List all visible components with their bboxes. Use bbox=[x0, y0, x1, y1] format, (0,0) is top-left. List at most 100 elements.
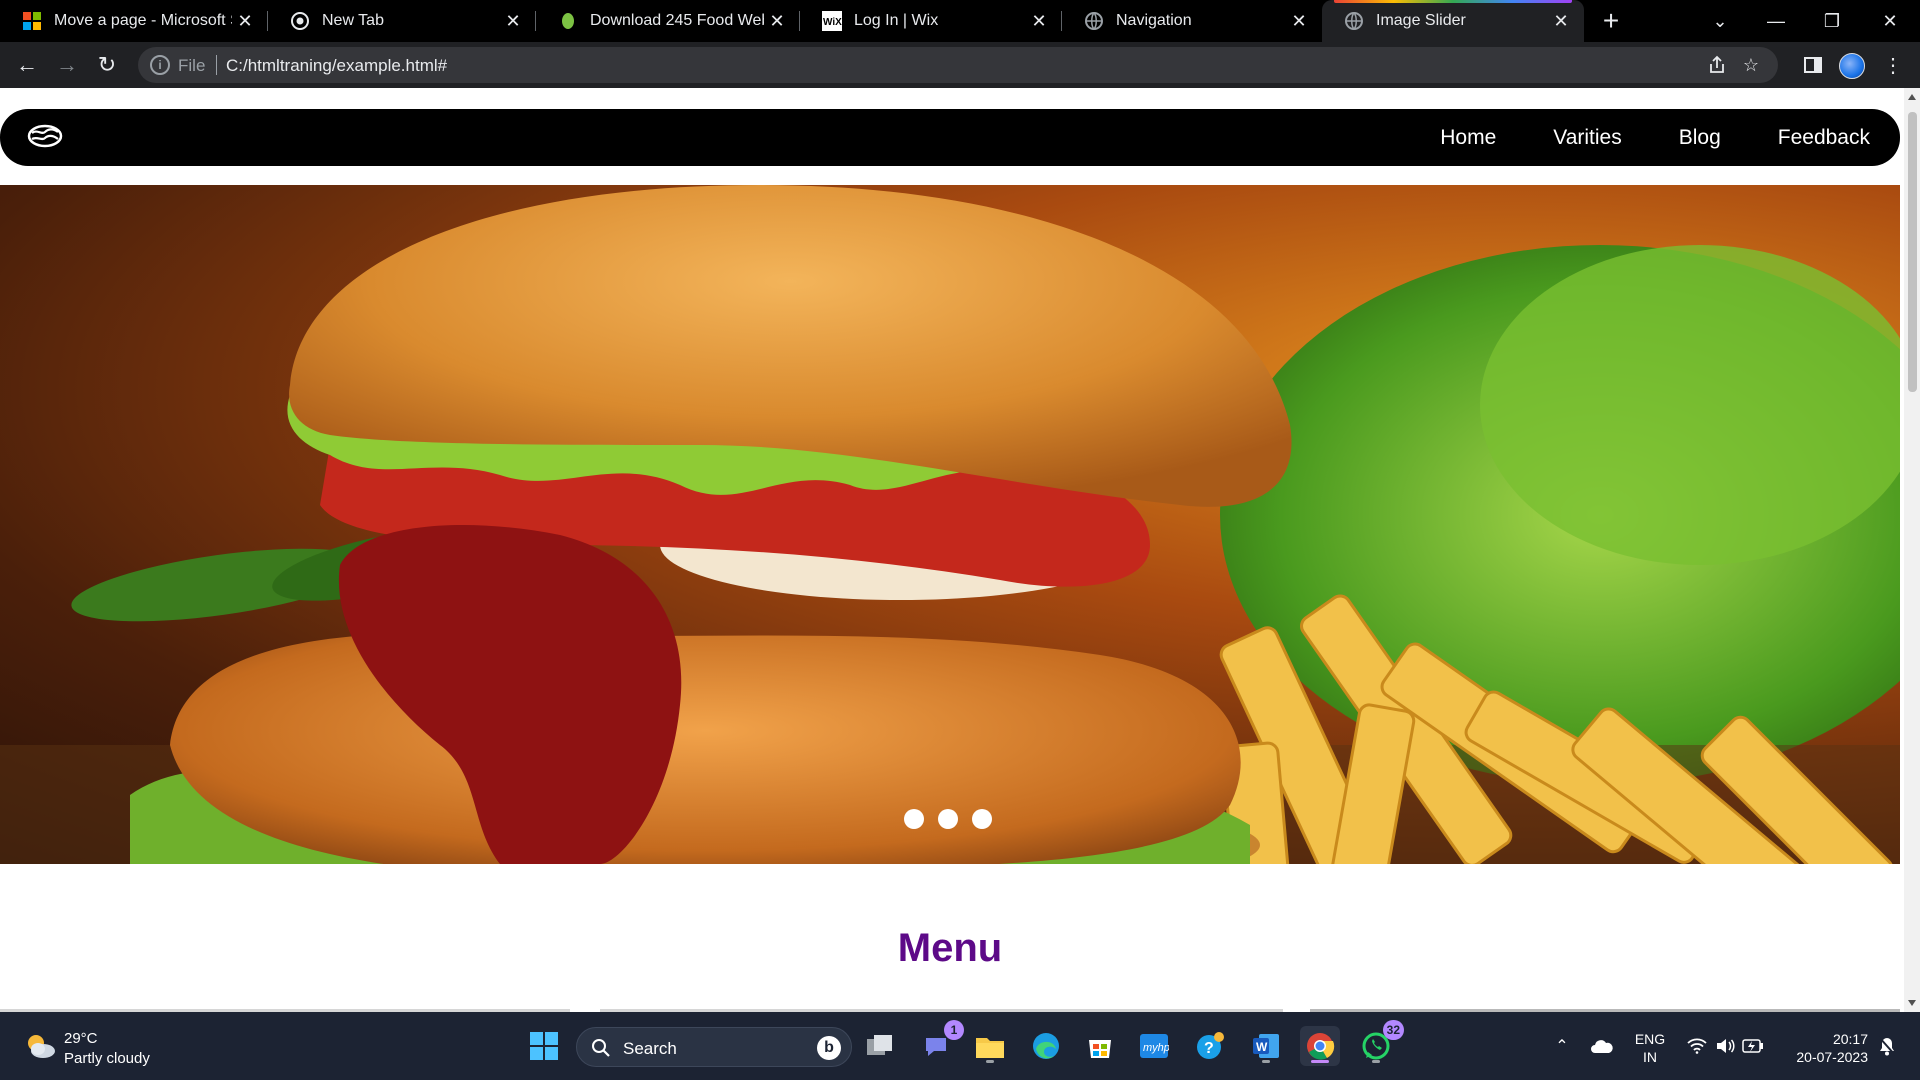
myhp-icon[interactable]: myhp bbox=[1134, 1026, 1174, 1066]
get-help-icon[interactable]: ? bbox=[1190, 1026, 1230, 1066]
page-viewport: Home Varities Blog Feedback Menu bbox=[0, 88, 1920, 1012]
clock-time: 20:17 bbox=[1832, 1031, 1868, 1047]
notification-bell-icon[interactable] bbox=[1874, 1012, 1900, 1080]
close-tab-icon[interactable]: ✕ bbox=[500, 8, 526, 34]
chrome-icon bbox=[290, 11, 310, 31]
nav-link-blog[interactable]: Blog bbox=[1679, 126, 1721, 150]
tab-image-slider[interactable]: Image Slider ✕ bbox=[1322, 0, 1584, 42]
tab-title: Move a page - Microsoft Su bbox=[54, 12, 232, 29]
task-view-icon[interactable] bbox=[860, 1026, 900, 1066]
bing-icon[interactable]: b bbox=[817, 1036, 841, 1060]
taskbar-search-box[interactable]: Search b bbox=[576, 1027, 852, 1067]
tab-search-chevron-icon[interactable]: ⌄ bbox=[1692, 0, 1748, 42]
info-icon[interactable]: i bbox=[150, 55, 170, 75]
address-bar[interactable]: i File C:/htmltraning/example.html# ☆ bbox=[138, 47, 1778, 83]
scroll-down-arrow-icon[interactable] bbox=[1908, 1000, 1916, 1006]
address-divider bbox=[216, 55, 217, 75]
windows-start-icon[interactable] bbox=[524, 1026, 564, 1066]
hero-image-slider[interactable] bbox=[0, 185, 1900, 864]
bookmark-star-icon[interactable]: ☆ bbox=[1740, 54, 1762, 76]
wix-icon: WiX bbox=[822, 11, 842, 31]
tab-wix-login[interactable]: WiX Log In | Wix ✕ bbox=[800, 0, 1062, 42]
close-window-icon[interactable]: ✕ bbox=[1862, 0, 1918, 42]
microsoft-icon bbox=[22, 11, 42, 31]
language-code: ENG bbox=[1634, 1031, 1666, 1047]
input-language-indicator[interactable]: ENG IN bbox=[1633, 1030, 1667, 1066]
restore-icon[interactable]: ❐ bbox=[1804, 0, 1860, 42]
file-explorer-icon[interactable] bbox=[970, 1026, 1010, 1066]
menu-kebab-icon[interactable]: ⋮ bbox=[1878, 50, 1908, 80]
profile-avatar[interactable] bbox=[1839, 53, 1865, 79]
back-arrow-icon[interactable]: ← bbox=[12, 50, 42, 80]
globe-icon bbox=[1344, 11, 1364, 31]
new-tab-button[interactable]: + bbox=[1596, 5, 1626, 36]
reload-icon[interactable]: ↻ bbox=[92, 50, 122, 80]
slider-dots bbox=[904, 809, 1006, 829]
scrollbar-thumb[interactable] bbox=[1908, 112, 1917, 392]
site-logo-icon[interactable] bbox=[26, 123, 64, 149]
tab-title: Navigation bbox=[1116, 12, 1192, 29]
tab-title: Log In | Wix bbox=[854, 12, 939, 29]
side-panel-icon[interactable] bbox=[1798, 50, 1828, 80]
volume-icon[interactable] bbox=[1712, 1012, 1738, 1080]
share-icon[interactable] bbox=[1706, 54, 1728, 76]
running-indicator bbox=[1262, 1060, 1270, 1063]
whatsapp-icon[interactable]: 32 bbox=[1356, 1020, 1404, 1066]
word-icon[interactable]: W bbox=[1246, 1026, 1286, 1066]
microsoft-store-icon[interactable] bbox=[1080, 1026, 1120, 1066]
region-code: IN bbox=[1643, 1049, 1657, 1065]
browser-tab-strip: Move a page - Microsoft Su ✕ New Tab ✕ D… bbox=[0, 0, 1920, 42]
weather-description[interactable]: Partly cloudy bbox=[64, 1050, 150, 1067]
system-clock[interactable]: 20:17 20-07-2023 bbox=[1780, 1030, 1868, 1066]
close-tab-icon[interactable]: ✕ bbox=[764, 8, 790, 34]
show-hidden-icons-chevron-icon[interactable]: ⌃ bbox=[1550, 1012, 1574, 1080]
teams-notification-badge: 1 bbox=[944, 1020, 964, 1040]
slider-dot-1[interactable] bbox=[904, 809, 924, 829]
nav-link-varities[interactable]: Varities bbox=[1553, 126, 1621, 150]
close-tab-icon[interactable]: ✕ bbox=[1026, 8, 1052, 34]
page-scrollbar[interactable] bbox=[1904, 88, 1920, 1012]
nav-link-home[interactable]: Home bbox=[1440, 126, 1496, 150]
slider-dot-3[interactable] bbox=[972, 809, 992, 829]
address-scheme: File bbox=[178, 56, 206, 75]
clock-date: 20-07-2023 bbox=[1796, 1049, 1868, 1065]
leaf-icon bbox=[558, 11, 578, 31]
close-tab-icon[interactable]: ✕ bbox=[232, 8, 258, 34]
site-navbar: Home Varities Blog Feedback bbox=[0, 109, 1900, 166]
address-url[interactable]: C:/htmltraning/example.html# bbox=[226, 56, 447, 76]
tab-activity-indicator bbox=[1334, 0, 1572, 3]
globe-icon bbox=[1084, 11, 1104, 31]
slider-dot-2[interactable] bbox=[938, 809, 958, 829]
tab-food-web-templates[interactable]: Download 245 Food Web Te ✕ bbox=[536, 0, 800, 42]
partly-cloudy-icon[interactable] bbox=[24, 1032, 56, 1060]
burger-and-fries-image bbox=[0, 185, 1900, 864]
teams-chat-icon[interactable]: 1 bbox=[916, 1020, 964, 1066]
tab-title: Image Slider bbox=[1376, 12, 1466, 29]
scroll-up-arrow-icon[interactable] bbox=[1908, 94, 1916, 100]
nav-link-feedback[interactable]: Feedback bbox=[1778, 126, 1870, 150]
tab-navigation[interactable]: Navigation ✕ bbox=[1062, 0, 1322, 42]
tab-microsoft-support[interactable]: Move a page - Microsoft Su ✕ bbox=[0, 0, 268, 42]
search-icon bbox=[592, 1039, 610, 1057]
tab-title: New Tab bbox=[322, 12, 384, 29]
tab-new-tab[interactable]: New Tab ✕ bbox=[268, 0, 536, 42]
wifi-icon[interactable] bbox=[1684, 1012, 1710, 1080]
close-tab-icon[interactable]: ✕ bbox=[1548, 8, 1574, 34]
minimize-icon[interactable]: — bbox=[1748, 0, 1804, 42]
running-indicator bbox=[986, 1060, 994, 1063]
running-indicator bbox=[1372, 1060, 1380, 1063]
battery-charging-icon[interactable] bbox=[1740, 1012, 1766, 1080]
menu-heading: Menu bbox=[897, 926, 1003, 970]
tab-title: Download 245 Food Web Te bbox=[590, 12, 764, 29]
site-nav-links: Home Varities Blog Feedback bbox=[1383, 109, 1870, 166]
close-tab-icon[interactable]: ✕ bbox=[1286, 8, 1312, 34]
svg-text:?: ? bbox=[1204, 1040, 1214, 1057]
onedrive-cloud-icon[interactable] bbox=[1588, 1012, 1616, 1080]
svg-text:myhp: myhp bbox=[1143, 1042, 1169, 1054]
forward-arrow-icon[interactable]: → bbox=[52, 50, 82, 80]
weather-temperature[interactable]: 29°C bbox=[64, 1030, 98, 1047]
chrome-taskbar-icon[interactable] bbox=[1300, 1026, 1340, 1066]
search-label: Search bbox=[623, 1039, 677, 1058]
browser-toolbar: ← → ↻ i File C:/htmltraning/example.html… bbox=[0, 42, 1920, 88]
edge-browser-icon[interactable] bbox=[1026, 1026, 1066, 1066]
